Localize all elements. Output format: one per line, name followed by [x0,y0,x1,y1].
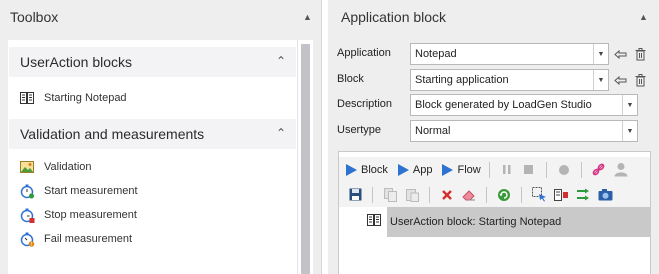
toolbox-item-validation[interactable]: Validation [8,155,313,179]
play-block-label: Block [361,163,388,176]
toolbar-separator [429,186,430,203]
shuffle-icon[interactable] [575,187,591,203]
description-value: Block generated by LoadGen Studio [415,99,592,111]
application-label: Application [337,47,391,59]
eraser-icon[interactable] [461,187,477,203]
play-icon [346,163,357,176]
image-validation-icon [19,159,35,175]
flow-block-item[interactable]: UserAction block: Starting Notepad [387,207,650,237]
toolbox-item-label: Starting Notepad [44,92,127,104]
usertype-combo[interactable]: Normal ▼ [410,120,638,142]
group-title: Validation and measurements [20,126,205,142]
refresh-icon[interactable] [496,187,512,203]
application-value: Notepad [415,48,457,60]
pin-icon[interactable]: ▲ [303,12,312,22]
user-action-block-icon [19,90,35,106]
toolbox-item-starting-notepad[interactable]: Starting Notepad [8,86,313,110]
application-block-title: Application block [341,8,447,25]
trash-icon[interactable] [632,45,648,63]
toolbar-separator [580,161,582,178]
play-flow-button[interactable]: Flow [440,159,482,181]
block-row: Block Starting application ▼ [328,69,659,91]
scrollbar-thumb[interactable] [301,44,310,274]
block-combo[interactable]: Starting application ▼ [410,69,609,91]
play-icon [397,163,409,176]
copy-icon[interactable] [382,187,398,203]
go-to-icon[interactable] [612,71,628,89]
trash-icon[interactable] [632,71,648,89]
toolbox-item-start-measurement[interactable]: Start measurement [8,179,313,203]
block-editor: Block App Flow UserAction block: Startin… [338,151,651,274]
pin-icon[interactable]: ▲ [639,12,648,22]
stopwatch-fail-icon: ! [19,231,35,247]
toolbox-item-stop-measurement[interactable]: Stop measurement [8,203,313,227]
description-combo[interactable]: Block generated by LoadGen Studio ▼ [410,94,638,116]
camera-icon[interactable] [597,187,613,203]
chevron-down-icon[interactable]: ▼ [593,44,608,64]
play-app-button[interactable]: App [396,159,435,181]
description-label: Description [337,98,393,110]
group-header-useraction-blocks[interactable]: UserAction blocks ⌃ [9,47,296,77]
toolbox-item-label: Validation [44,161,92,173]
stopwatch-start-icon [19,183,35,199]
toolbar-separator [521,186,522,203]
stopwatch-stop-icon [19,207,35,223]
editor-toolbar-edit [339,182,650,207]
toolbox-item-label: Fail measurement [44,233,133,245]
application-combo[interactable]: Notepad ▼ [410,43,609,65]
toolbar-separator [372,186,373,203]
toolbox-item-label: Start measurement [44,185,138,197]
usertype-value: Normal [415,125,451,137]
record-icon[interactable] [556,162,572,178]
chevron-down-icon[interactable]: ▼ [622,121,637,141]
usertype-label: Usertype [337,124,382,136]
block-value: Starting application [415,74,509,86]
svg-text:!: ! [30,242,32,247]
pause-icon[interactable] [499,162,515,178]
flow-block-label: UserAction block: Starting Notepad [390,216,562,228]
usertype-row: Usertype Normal ▼ [328,120,659,142]
go-to-icon[interactable] [612,45,628,63]
toolbar-separator [488,161,490,178]
chevron-down-icon[interactable]: ▼ [593,70,608,90]
application-row: Application Notepad ▼ [328,43,659,65]
play-block-button[interactable]: Block [344,159,390,181]
toolbar-separator [545,161,547,178]
toolbox-pane: Toolbox ▲ UserAction blocks ⌃ Starting N… [0,0,322,274]
save-icon[interactable] [347,187,363,203]
toolbar-separator [486,186,487,203]
toolbox-item-fail-measurement[interactable]: ! Fail measurement [8,227,313,251]
play-flow-label: Flow [457,163,481,176]
play-icon [442,163,454,176]
stop-icon[interactable] [521,162,537,178]
toolbox-list: UserAction blocks ⌃ Starting Notepad Val… [8,40,313,274]
application-block-pane: Application block ▲ Application Notepad … [328,0,659,274]
delete-icon[interactable] [439,187,455,203]
toolbox-scrollbar[interactable] [297,40,313,274]
description-row: Description Block generated by LoadGen S… [328,94,659,116]
group-header-validation-measurements[interactable]: Validation and measurements ⌃ [9,119,296,149]
group-title: UserAction blocks [20,54,133,70]
insert-block-icon[interactable] [553,187,569,203]
user-action-block-icon [367,214,383,230]
block-label: Block [337,73,364,85]
chevron-down-icon[interactable]: ▼ [622,95,637,115]
toolbox-title: Toolbox [10,8,59,25]
play-app-label: App [412,163,433,176]
paste-icon[interactable] [404,187,420,203]
editor-toolbar-main: Block App Flow [339,157,650,182]
link-icon[interactable] [591,162,607,178]
user-icon[interactable] [613,162,629,178]
chevron-up-icon[interactable]: ⌃ [276,54,286,68]
select-region-icon[interactable] [531,187,547,203]
toolbox-item-label: Stop measurement [44,209,137,221]
chevron-up-icon[interactable]: ⌃ [276,126,286,140]
